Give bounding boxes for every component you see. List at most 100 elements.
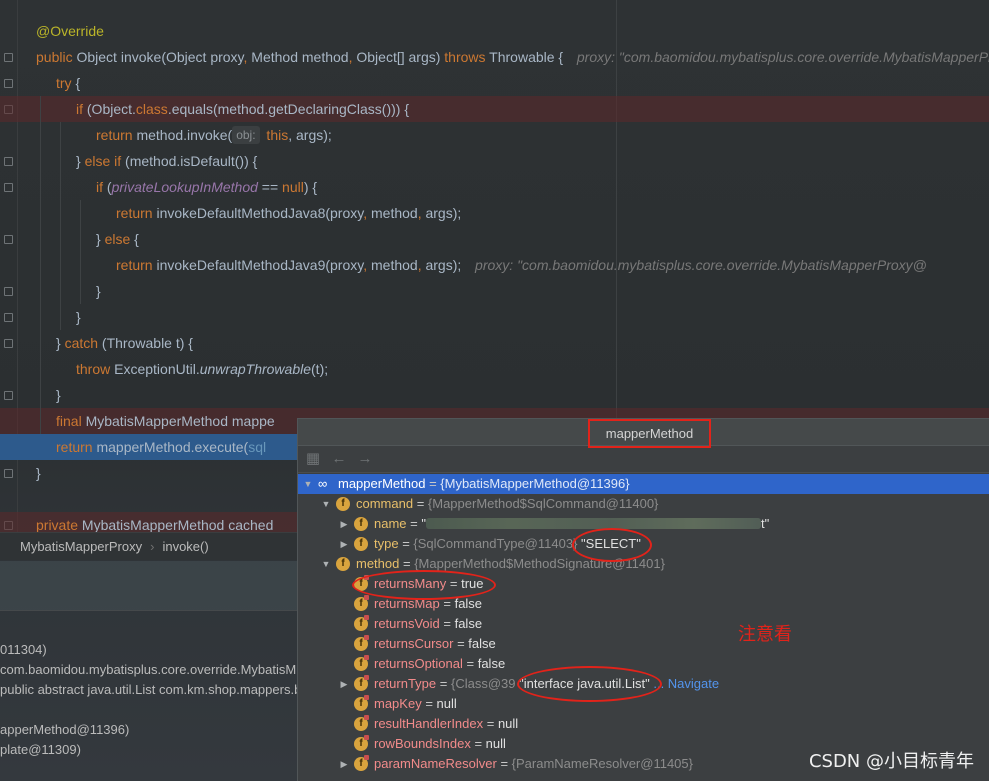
- expand-arrow-right-icon[interactable]: ▶: [338, 534, 350, 554]
- code-line[interactable]: try {: [0, 70, 989, 96]
- equals-sign: =: [462, 656, 478, 671]
- tree-node-command[interactable]: ▼ f command = {MapperMethod$SqlCommand@114…: [298, 494, 989, 514]
- layout-icon[interactable]: ▦: [304, 450, 322, 468]
- code-line[interactable]: } catch (Throwable t) {: [0, 330, 989, 356]
- code-text: }: [36, 460, 41, 486]
- back-arrow-icon[interactable]: ←: [330, 450, 348, 468]
- forward-arrow-icon[interactable]: →: [356, 450, 374, 468]
- expand-arrow-right-icon[interactable]: ▶: [338, 754, 350, 774]
- code-text: }: [56, 382, 61, 408]
- keyword-token: if: [96, 179, 103, 195]
- keyword-token: this: [262, 127, 289, 143]
- variable-name: command: [356, 496, 414, 511]
- breadcrumb-class[interactable]: MybatisMapperProxy: [20, 539, 142, 554]
- brace-token: }: [36, 465, 41, 481]
- code-line[interactable]: return method.invoke(obj: this, args);: [0, 122, 989, 148]
- keyword-token: throw: [76, 361, 111, 377]
- frame-row[interactable]: 011304): [0, 640, 47, 660]
- variable-type: {ParamNameResolver@11405}: [511, 756, 693, 771]
- frame-row[interactable]: plate@11309): [0, 740, 81, 760]
- tree-node-resultHandlerIndex[interactable]: f resultHandlerIndex = null: [298, 714, 989, 734]
- code-text: if (Object.class.equals(method.getDeclar…: [76, 96, 409, 122]
- expand-arrow-down-icon[interactable]: ▼: [302, 474, 314, 494]
- code-line[interactable]: if (privateLookupInMethod == null) {: [0, 174, 989, 200]
- variable-value: true: [461, 576, 484, 591]
- code-token: ==: [257, 179, 283, 195]
- expand-arrow-right-icon[interactable]: ▶: [338, 674, 350, 694]
- code-text: return invokeDefaultMethodJava8(proxy, m…: [116, 200, 461, 226]
- keyword-token: public: [36, 49, 73, 65]
- variable-inspector-popup[interactable]: mapperMethod ▦ ← → ▼ ∞ mapperMethod = {Myb…: [297, 418, 989, 781]
- equals-sign: =: [453, 636, 469, 651]
- equals-sign: =: [446, 576, 462, 591]
- code-line[interactable]: @Override: [0, 18, 989, 44]
- tree-node-returnsVoid[interactable]: f returnsVoid = false: [298, 614, 989, 634]
- tree-node-mapperMethod[interactable]: ▼ ∞ mapperMethod = {MybatisMapperMethod@11…: [298, 474, 989, 494]
- code-token: .equals(method.getDeclaringClass())) {: [167, 101, 410, 117]
- variable-name: returnsVoid: [374, 616, 440, 631]
- keyword-token: return: [56, 439, 93, 455]
- code-token: , args);: [288, 127, 332, 143]
- frame-row[interactable]: com.baomidou.mybatisplus.core.override.M…: [0, 660, 296, 680]
- tree-node-text: returnsMany = true: [374, 574, 483, 594]
- frames-header: [0, 561, 298, 611]
- tree-node-returnsMap[interactable]: f returnsMap = false: [298, 594, 989, 614]
- code-token: Object[] args): [352, 49, 445, 65]
- tree-node-type[interactable]: ▶ f type = {SqlCommandType@11403} "SELECT": [298, 534, 989, 554]
- code-token: args);: [421, 205, 462, 221]
- method-name-token: invoke: [120, 49, 162, 65]
- tree-node-text: paramNameResolver = {ParamNameResolver@1…: [374, 754, 693, 774]
- breadcrumb-method[interactable]: invoke(): [162, 539, 208, 554]
- frame-row[interactable]: public abstract java.util.List com.km.sh…: [0, 680, 298, 700]
- tree-node-text: returnType = {Class@39 "interface java.u…: [374, 674, 719, 694]
- code-line[interactable]: return invokeDefaultMethodJava9(proxy, m…: [0, 252, 989, 278]
- code-text: public Object invoke(Object proxy, Metho…: [36, 44, 989, 70]
- keyword-token: return: [96, 127, 133, 143]
- expand-arrow-down-icon[interactable]: ▼: [320, 494, 332, 514]
- tree-node-mapKey[interactable]: f mapKey = null: [298, 694, 989, 714]
- variable-type: {MapperMethod$MethodSignature@11401}: [414, 556, 665, 571]
- code-line[interactable]: }: [0, 382, 989, 408]
- tree-node-text: returnsOptional = false: [374, 654, 505, 674]
- tree-node-returnsCursor[interactable]: f returnsCursor = false: [298, 634, 989, 654]
- code-line[interactable]: return invokeDefaultMethodJava8(proxy, m…: [0, 200, 989, 226]
- watermark: CSDN @小目标青年: [808, 751, 974, 772]
- code-line[interactable]: throw ExceptionUtil.unwrapThrowable(t);: [0, 356, 989, 382]
- code-token: (Object.: [83, 101, 136, 117]
- code-line[interactable]: } else {: [0, 226, 989, 252]
- code-token: (t);: [311, 361, 329, 377]
- popup-toolbar: ▦ ← →: [298, 446, 989, 473]
- tree-node-returnsMany[interactable]: f returnsMany = true: [298, 574, 989, 594]
- variable-name: mapperMethod: [338, 476, 426, 491]
- tree-node-returnType[interactable]: ▶ f returnType = {Class@39 "interface java…: [298, 674, 989, 694]
- popup-title-bar[interactable]: mapperMethod: [298, 419, 989, 448]
- code-token: mapperMethod.execute(: [92, 439, 249, 455]
- equals-sign: =: [406, 516, 422, 531]
- expand-arrow-right-icon[interactable]: ▶: [338, 514, 350, 534]
- expand-arrow-down-icon[interactable]: ▼: [320, 554, 332, 574]
- code-line[interactable]: if (Object.class.equals(method.getDeclar…: [0, 96, 989, 122]
- navigate-link[interactable]: ... Navigate: [650, 676, 719, 691]
- tree-node-method[interactable]: ▼ f method = {MapperMethod$MethodSignature…: [298, 554, 989, 574]
- frame-row[interactable]: apperMethod@11396): [0, 720, 129, 740]
- equals-sign: =: [439, 596, 455, 611]
- equals-sign: =: [483, 716, 498, 731]
- field-token: privateLookupInMethod: [111, 179, 258, 195]
- keyword-token: return: [116, 257, 153, 273]
- variable-name: returnsMany: [374, 576, 447, 591]
- variable-name: returnsMap: [374, 596, 440, 611]
- variable-value: false: [454, 596, 483, 611]
- tree-node-name[interactable]: ▶ f name = " t": [298, 514, 989, 534]
- code-text: @Override: [36, 18, 104, 44]
- code-line[interactable]: }: [0, 304, 989, 330]
- code-line[interactable]: } else if (method.isDefault()) {: [0, 148, 989, 174]
- variable-name: resultHandlerIndex: [374, 716, 484, 731]
- code-line[interactable]: public Object invoke(Object proxy, Metho…: [0, 44, 989, 70]
- watch-glasses-icon: ∞: [318, 476, 328, 491]
- code-token: MybatisMapperMethod mappe: [81, 413, 275, 429]
- annotation-note: 注意看: [738, 624, 792, 645]
- variable-name: returnsCursor: [374, 636, 454, 651]
- code-line[interactable]: }: [0, 278, 989, 304]
- tree-node-returnsOptional[interactable]: f returnsOptional = false: [298, 654, 989, 674]
- variable-value: null: [497, 716, 519, 731]
